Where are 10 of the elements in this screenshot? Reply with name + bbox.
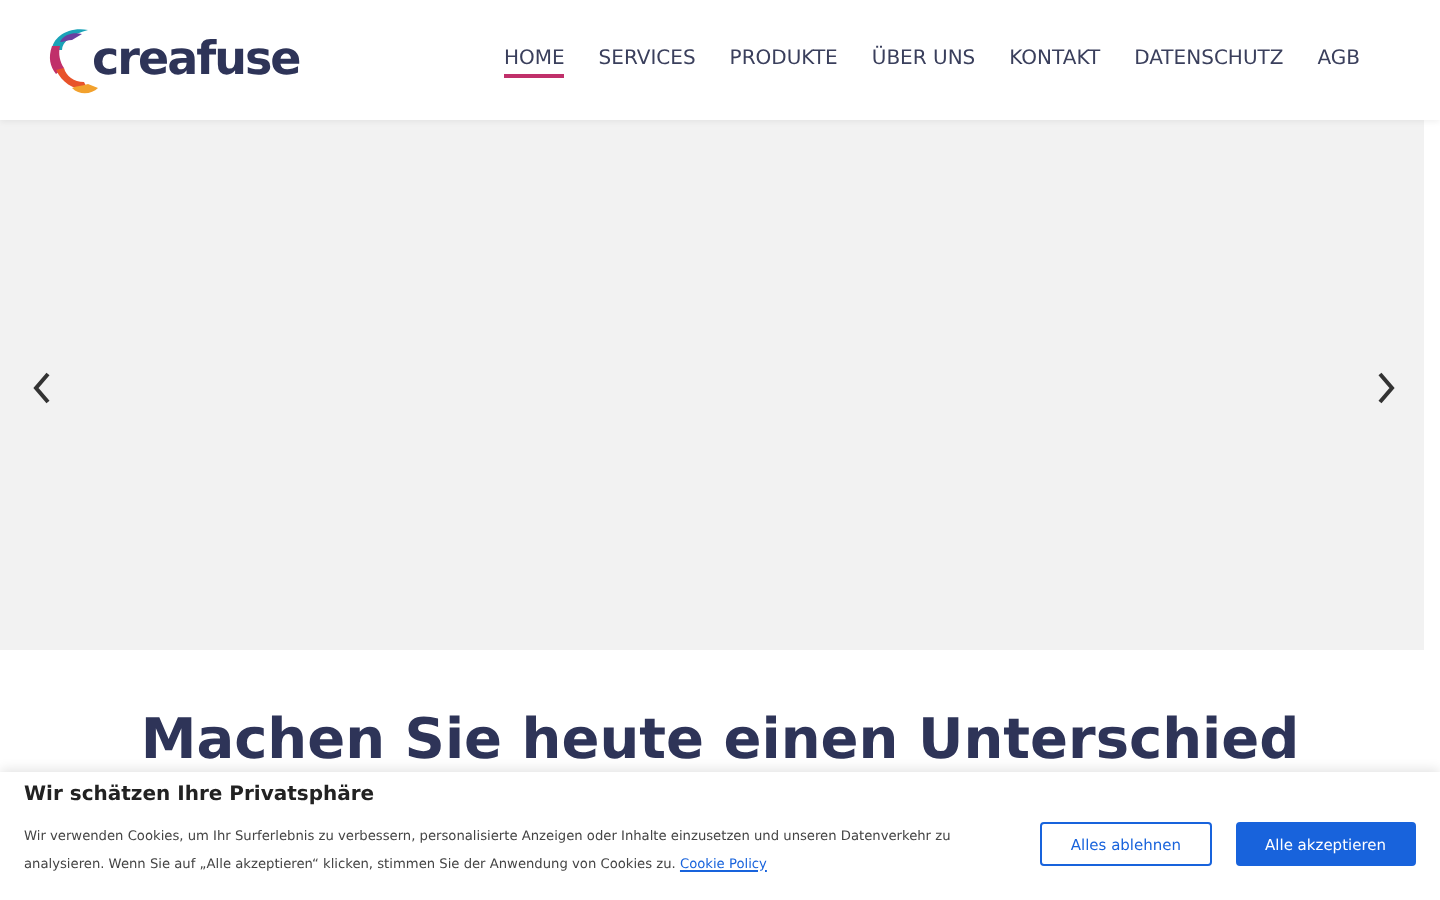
nav-link[interactable]: DATENSCHUTZ	[1134, 43, 1284, 77]
nav-link[interactable]: KONTAKT	[1009, 43, 1101, 77]
nav-link[interactable]: ÜBER UNS	[871, 43, 976, 77]
nav-link[interactable]: AGB	[1317, 43, 1360, 77]
nav-link[interactable]: SERVICES	[598, 43, 696, 77]
nav-link[interactable]: PRODUKTE	[729, 43, 838, 77]
section-heading: Machen Sie heute einen Unterschied	[138, 706, 1302, 772]
nav-link[interactable]: HOME	[503, 43, 565, 77]
cookie-banner-title: Wir schätzen Ihre Privatsphäre	[24, 783, 377, 805]
logo-text[interactable]: creafuse	[92, 34, 300, 86]
